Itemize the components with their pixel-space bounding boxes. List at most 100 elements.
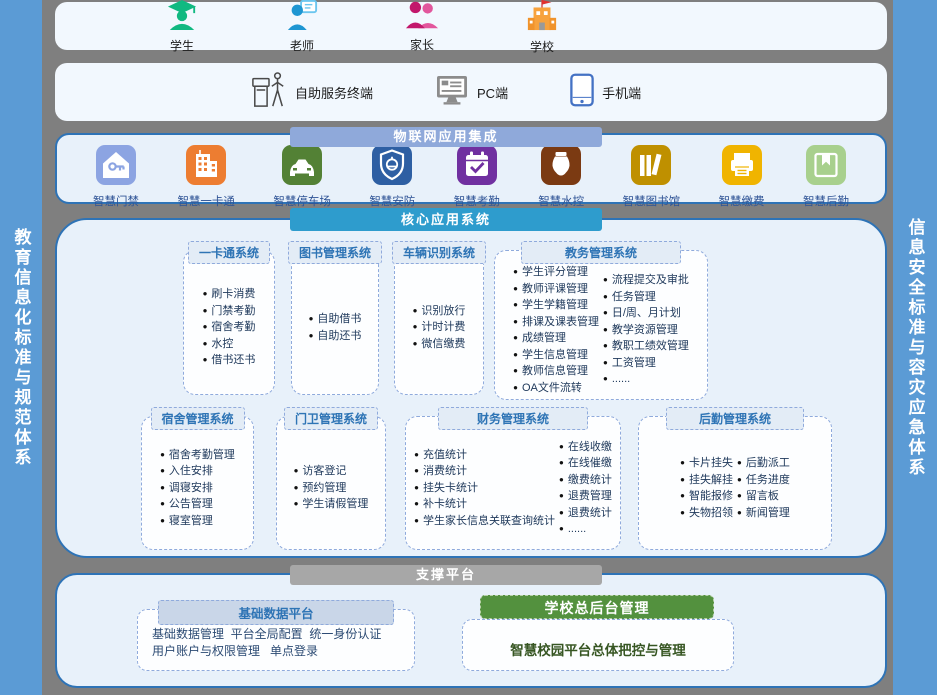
system-box-column: ●刷卡消费●门禁考勤●宿舍考勤●水控●借书还书 xyxy=(203,286,256,369)
system-box-title: 财务管理系统 xyxy=(438,407,588,430)
feature-item: ●宿舍考勤 xyxy=(203,319,256,336)
system-box-columns: ●自助借书●自助还书 xyxy=(309,251,362,394)
feature-item-label: 任务进度 xyxy=(746,472,790,489)
feature-item-label: 借书还书 xyxy=(211,352,255,369)
bullet-icon: ● xyxy=(737,472,742,489)
iot-label: 智慧安防 xyxy=(369,193,415,209)
system-box-column: ●学生评分管理●教师评课管理●学生学籍管理●排课及课表管理●成绩管理●学生信息管… xyxy=(513,264,599,396)
system-box-column: ●在线收缴●在线催缴●缴费统计●退费管理●退费统计●...... xyxy=(559,439,612,538)
bullet-icon: ● xyxy=(513,281,518,298)
user-label: 学校 xyxy=(530,38,554,55)
device-label: 自助服务终端 xyxy=(295,83,373,102)
user-label: 家长 xyxy=(410,36,434,53)
system-box-title: 后勤管理系统 xyxy=(666,407,804,430)
system-box-title: 一卡通系统 xyxy=(188,241,270,264)
feature-item-label: 教师信息管理 xyxy=(522,363,588,380)
iot-label: 智慧缴费 xyxy=(719,193,765,209)
left-sidebar-label: 教育信息化标准与规范体系 xyxy=(9,228,34,468)
feature-item: ●学生信息管理 xyxy=(513,347,599,364)
feature-item-label: 智能报修 xyxy=(689,488,733,505)
feature-item-label: 充值统计 xyxy=(423,447,467,464)
feature-item: ●任务管理 xyxy=(603,289,689,306)
feature-item-label: ...... xyxy=(612,371,630,388)
feature-item: ●退费管理 xyxy=(559,488,612,505)
bullet-icon: ● xyxy=(309,328,314,345)
feature-item-label: 寝室管理 xyxy=(169,513,213,530)
parking-icon xyxy=(282,145,322,190)
feature-item-label: 教职工绩效管理 xyxy=(612,338,689,355)
feature-item: ●入住安排 xyxy=(160,463,235,480)
iot-item: 智慧停车场 xyxy=(273,145,331,209)
feature-item-label: 补卡统计 xyxy=(423,496,467,513)
iot-item: 智慧缴费 xyxy=(719,145,765,209)
feature-item-label: 学生家长信息关联查询统计 xyxy=(423,513,555,530)
core-panel-header: 核心应用系统 xyxy=(290,208,602,231)
feature-item: ●访客登记 xyxy=(294,463,369,480)
feature-item: ●新闻管理 xyxy=(737,505,790,522)
iot-item: 智慧一卡通 xyxy=(177,145,235,209)
bullet-icon: ● xyxy=(603,371,608,388)
feature-item: ●在线收缴 xyxy=(559,439,612,456)
bullet-icon: ● xyxy=(680,455,685,472)
feature-item: ●工资管理 xyxy=(603,355,689,372)
system-box-columns: ●充值统计●消费统计●挂失卡统计●补卡统计●学生家长信息关联查询统计●在线收缴●… xyxy=(414,417,612,549)
bullet-icon: ● xyxy=(513,380,518,397)
feature-item-label: 消费统计 xyxy=(423,463,467,480)
system-box-column: ●充值统计●消费统计●挂失卡统计●补卡统计●学生家长信息关联查询统计 xyxy=(414,447,555,530)
core-applications-panel: 核心应用系统 一卡通系统●刷卡消费●门禁考勤●宿舍考勤●水控●借书还书图书管理系… xyxy=(55,218,887,558)
feature-item: ●寝室管理 xyxy=(160,513,235,530)
bullet-icon: ● xyxy=(413,303,418,320)
feature-item-label: 宿舍考勤管理 xyxy=(169,447,235,464)
iot-integration-panel: 物联网应用集成 智慧门禁智慧一卡通智慧停车场智慧安防智慧考勤智慧水控智慧图书馆智… xyxy=(55,133,887,204)
feature-item-label: 在线催缴 xyxy=(568,455,612,472)
iot-panel-header: 物联网应用集成 xyxy=(290,127,602,147)
logistics-icon xyxy=(806,145,846,190)
bullet-icon: ● xyxy=(160,447,165,464)
right-sidebar-label: 信息安全标准与容灾应急体系 xyxy=(903,218,928,478)
bullet-icon: ● xyxy=(559,455,564,472)
system-box: 一卡通系统●刷卡消费●门禁考勤●宿舍考勤●水控●借书还书 xyxy=(183,250,275,395)
bullet-icon: ● xyxy=(513,264,518,281)
feature-item: ●退费统计 xyxy=(559,505,612,522)
system-box: 教务管理系统●学生评分管理●教师评课管理●学生学籍管理●排课及课表管理●成绩管理… xyxy=(494,250,708,400)
feature-item: ●挂失卡统计 xyxy=(414,480,555,497)
feature-item: ●智能报修 xyxy=(680,488,733,505)
bullet-icon: ● xyxy=(294,496,299,513)
feature-item: ●...... xyxy=(559,521,612,538)
feature-item: ●成绩管理 xyxy=(513,330,599,347)
feature-item: ●借书还书 xyxy=(203,352,256,369)
feature-item: ●公告管理 xyxy=(160,496,235,513)
system-box-column: ●宿舍考勤管理●入住安排●调寝安排●公告管理●寝室管理 xyxy=(160,447,235,530)
user-group-student: 学生 xyxy=(150,0,214,54)
system-box-column: ●卡片挂失●挂失解挂●智能报修●失物招领 xyxy=(680,455,733,521)
feature-item: ●自助借书 xyxy=(309,311,362,328)
feature-item: ●后勤派工 xyxy=(737,455,790,472)
system-box: 财务管理系统●充值统计●消费统计●挂失卡统计●补卡统计●学生家长信息关联查询统计… xyxy=(405,416,621,550)
feature-item: ●补卡统计 xyxy=(414,496,555,513)
feature-item-label: 缴费统计 xyxy=(568,472,612,489)
base-platform-line-2: 用户账户与权限管理 单点登录 xyxy=(152,644,318,658)
bullet-icon: ● xyxy=(414,496,419,513)
feature-item-label: 新闻管理 xyxy=(746,505,790,522)
bullet-icon: ● xyxy=(414,463,419,480)
feature-item-label: 调寝安排 xyxy=(169,480,213,497)
feature-item-label: 微信缴费 xyxy=(421,336,465,353)
phone-icon xyxy=(570,73,594,112)
feature-item: ●教职工绩效管理 xyxy=(603,338,689,355)
system-box-title: 图书管理系统 xyxy=(288,241,382,264)
feature-item: ●教师评课管理 xyxy=(513,281,599,298)
bullet-icon: ● xyxy=(603,322,608,339)
bullet-icon: ● xyxy=(160,513,165,530)
support-panel-header: 支撑平台 xyxy=(290,565,602,585)
bullet-icon: ● xyxy=(559,488,564,505)
feature-item-label: 水控 xyxy=(211,336,233,353)
feature-item-label: 教师评课管理 xyxy=(522,281,588,298)
left-standards-sidebar: 教育信息化标准与规范体系 xyxy=(0,0,42,695)
bullet-icon: ● xyxy=(603,272,608,289)
feature-item: ●微信缴费 xyxy=(413,336,466,353)
iot-label: 智慧图书馆 xyxy=(623,193,681,209)
bullet-icon: ● xyxy=(559,505,564,522)
feature-item: ●排课及课表管理 xyxy=(513,314,599,331)
system-box-title: 宿舍管理系统 xyxy=(150,407,244,430)
bullet-icon: ● xyxy=(559,521,564,538)
